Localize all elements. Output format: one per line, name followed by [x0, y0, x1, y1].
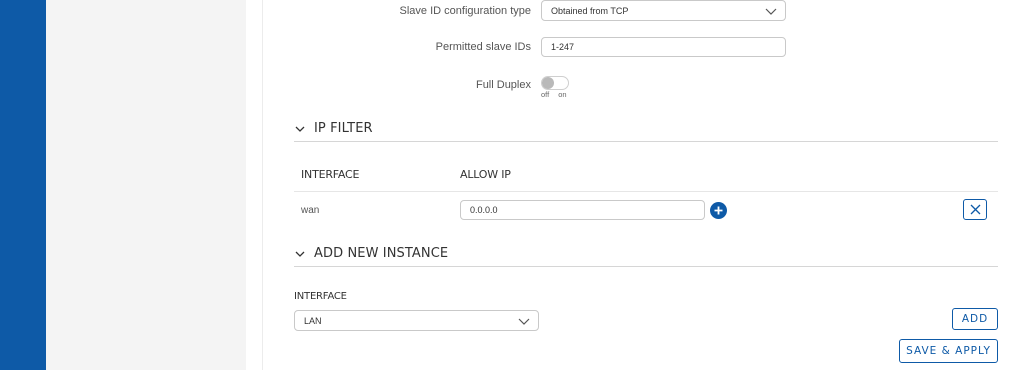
chevron-down-icon — [518, 318, 530, 325]
row-interface-value: wan — [301, 205, 320, 216]
permitted-ids-value: 1-247 — [551, 42, 575, 52]
add-button[interactable]: ADD — [952, 308, 998, 330]
section-divider — [294, 141, 998, 142]
toggle-state-labels: off on — [541, 90, 567, 99]
delete-row-button[interactable] — [963, 199, 987, 220]
table-header-divider — [294, 191, 998, 192]
chevron-down-icon — [295, 251, 305, 257]
interface-select-value: LAN — [304, 315, 322, 326]
navigation-panel — [46, 0, 246, 370]
ip-filter-title: IP FILTER — [314, 121, 373, 136]
allow-ip-value: 0.0.0.0 — [470, 205, 498, 215]
toggle-off-label: off — [541, 90, 550, 99]
full-duplex-label: Full Duplex — [475, 79, 531, 91]
permitted-ids-input[interactable]: 1-247 — [541, 37, 786, 57]
app-sidebar-strip — [0, 0, 46, 370]
slave-id-type-value: Obtained from TCP — [551, 5, 629, 16]
add-instance-section-header[interactable]: ADD NEW INSTANCE — [294, 246, 448, 261]
slave-id-type-label: Slave ID configuration type — [399, 5, 531, 17]
full-duplex-toggle[interactable] — [541, 76, 569, 90]
toggle-knob — [542, 77, 554, 89]
column-header-interface: INTERFACE — [301, 168, 360, 181]
plus-icon — [714, 206, 723, 215]
add-ip-button[interactable] — [710, 202, 727, 219]
slave-id-type-select[interactable]: Obtained from TCP — [541, 0, 786, 21]
panel-divider — [262, 0, 263, 370]
close-icon — [970, 204, 980, 215]
allow-ip-input[interactable]: 0.0.0.0 — [460, 200, 705, 220]
interface-select[interactable]: LAN — [294, 310, 539, 331]
ip-filter-section-header[interactable]: IP FILTER — [294, 121, 373, 136]
permitted-ids-label: Permitted slave IDs — [435, 41, 531, 53]
add-instance-title: ADD NEW INSTANCE — [314, 246, 449, 261]
toggle-on-label: on — [558, 90, 567, 99]
chevron-down-icon — [765, 8, 777, 15]
chevron-down-icon — [295, 126, 305, 132]
column-header-allow-ip: ALLOW IP — [460, 168, 511, 181]
section-divider — [294, 266, 998, 267]
interface-field-label: INTERFACE — [294, 291, 347, 302]
save-apply-button[interactable]: SAVE & APPLY — [899, 339, 998, 363]
